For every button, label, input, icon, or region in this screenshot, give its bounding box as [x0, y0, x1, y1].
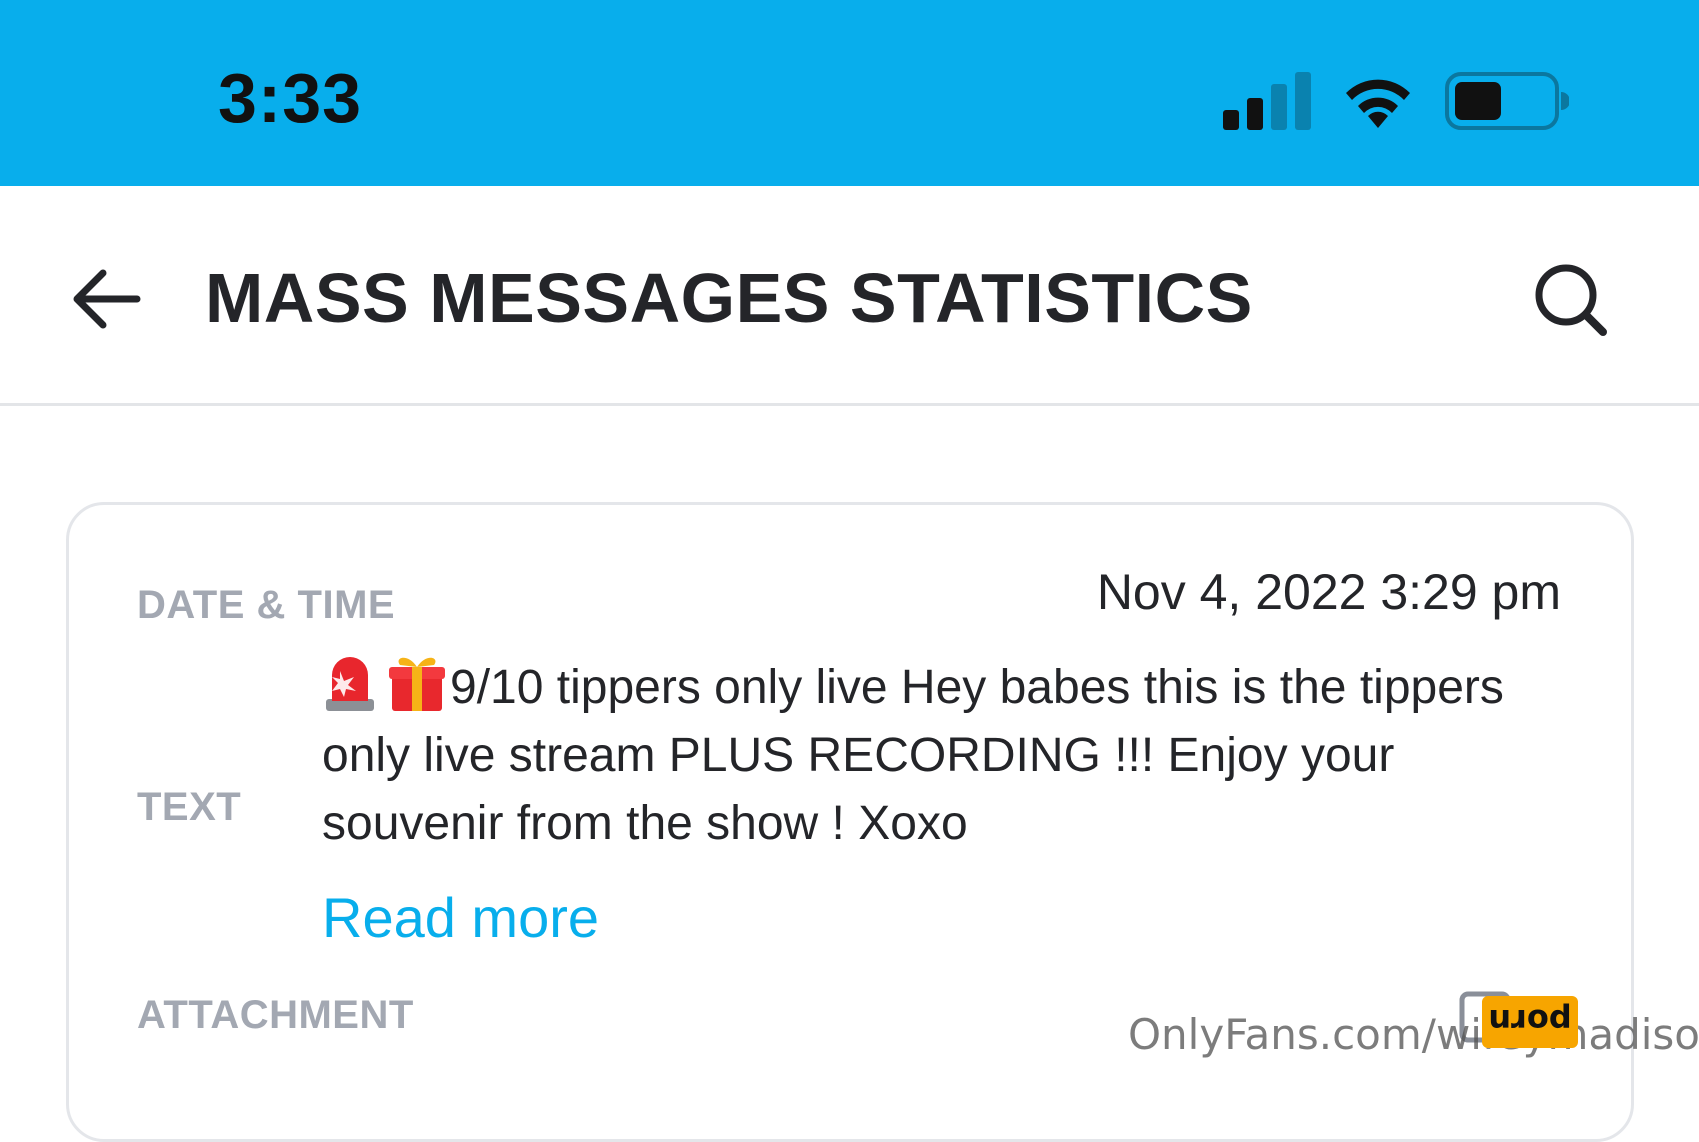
watermark-text: OnlyFans.com/wifeymadison	[1128, 1010, 1699, 1059]
back-button[interactable]	[62, 256, 148, 342]
siren-emoji	[322, 651, 378, 713]
status-icons	[1223, 66, 1569, 136]
date-time-label: DATE & TIME	[137, 583, 396, 627]
wifi-icon	[1339, 72, 1417, 130]
message-body: 9/10 tippers only live Hey babes this is…	[322, 661, 1504, 850]
status-bar: 3:33	[0, 0, 1699, 186]
page-title: MASS MESSAGES STATISTICS	[205, 259, 1253, 337]
back-arrow-icon	[69, 267, 141, 331]
watermark-badge-text: porn	[1488, 1002, 1571, 1040]
signal-icon	[1223, 72, 1311, 130]
text-label: TEXT	[137, 785, 242, 829]
status-time: 3:33	[218, 59, 363, 137]
date-time-value: Nov 4, 2022 3:29 pm	[1096, 564, 1561, 620]
search-button[interactable]	[1521, 250, 1621, 350]
read-more-link[interactable]: Read more	[322, 885, 599, 950]
search-icon	[1533, 262, 1609, 338]
battery-icon	[1445, 72, 1569, 130]
app-header: MASS MESSAGES STATISTICS	[0, 186, 1699, 406]
gift-emoji	[386, 651, 445, 713]
message-text: 9/10 tippers only live Hey babes this is…	[322, 651, 1562, 858]
attachment-label: ATTACHMENT	[137, 993, 414, 1037]
watermark-badge: porn	[1482, 996, 1578, 1048]
